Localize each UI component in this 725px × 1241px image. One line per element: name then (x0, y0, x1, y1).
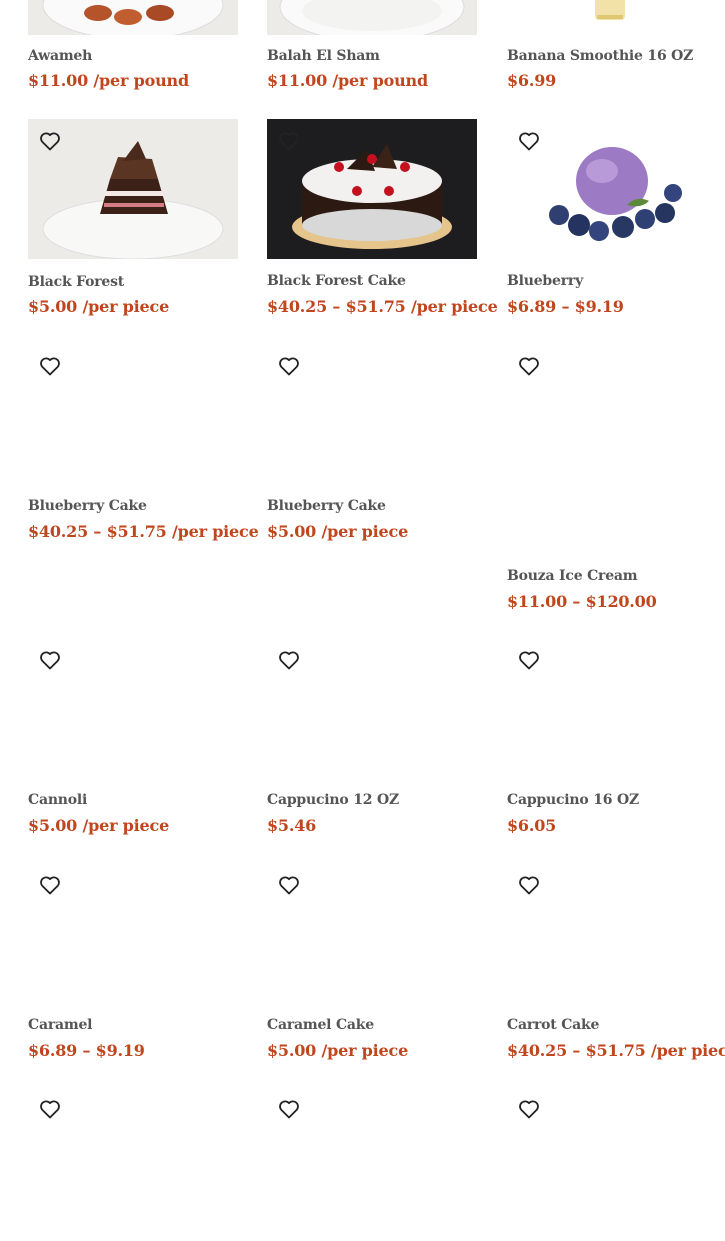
product-title[interactable]: Balah El Sham (267, 48, 380, 64)
wishlist-heart-icon[interactable] (38, 129, 62, 153)
product-title[interactable]: Blueberry (507, 273, 583, 289)
wishlist-heart-icon[interactable] (38, 648, 62, 672)
product-price: $5.46 (267, 816, 317, 835)
wishlist-heart-icon[interactable] (38, 1097, 62, 1121)
product-title[interactable]: Cappucino 16 OZ (507, 792, 639, 808)
wishlist-heart-icon[interactable] (277, 873, 301, 897)
wishlist-heart-icon[interactable] (517, 129, 541, 153)
product-title[interactable]: Blueberry Cake (267, 498, 386, 514)
product-title[interactable]: Cannoli (28, 792, 87, 808)
product-price: $11.00 – $120.00 (507, 592, 657, 611)
product-price: $40.25 – $51.75 /per piece (507, 1041, 725, 1060)
wishlist-heart-icon[interactable] (517, 1097, 541, 1121)
product-price: $5.00 /per piece (267, 522, 409, 541)
product-title[interactable]: Awameh (28, 48, 92, 64)
product-image-balah-el-sham[interactable] (267, 0, 477, 35)
product-price: $40.25 – $51.75 /per piece (267, 297, 498, 316)
product-price: $40.25 – $51.75 /per piece (28, 522, 259, 541)
wishlist-heart-icon[interactable] (38, 873, 62, 897)
product-price: $11.00 /per pound (267, 71, 428, 90)
product-title[interactable]: Black Forest Cake (267, 273, 406, 289)
product-price: $6.05 (507, 816, 557, 835)
product-image-awameh[interactable] (28, 0, 238, 35)
product-title[interactable]: Black Forest (28, 274, 124, 290)
product-title[interactable]: Bouza Ice Cream (507, 568, 638, 584)
product-price: $6.89 – $9.19 (28, 1041, 145, 1060)
wishlist-heart-icon[interactable] (517, 648, 541, 672)
wishlist-heart-icon[interactable] (38, 354, 62, 378)
product-price: $5.00 /per piece (28, 816, 170, 835)
product-title[interactable]: Carrot Cake (507, 1017, 599, 1033)
wishlist-heart-icon[interactable] (277, 354, 301, 378)
product-title[interactable]: Caramel Cake (267, 1017, 374, 1033)
product-price: $11.00 /per pound (28, 71, 189, 90)
product-title[interactable]: Banana Smoothie 16 OZ (507, 48, 693, 64)
wishlist-heart-icon[interactable] (517, 354, 541, 378)
wishlist-heart-icon[interactable] (517, 873, 541, 897)
product-price: $5.00 /per piece (28, 297, 170, 316)
product-title[interactable]: Cappucino 12 OZ (267, 792, 399, 808)
wishlist-heart-icon[interactable] (277, 129, 301, 153)
product-price: $5.00 /per piece (267, 1041, 409, 1060)
wishlist-heart-icon[interactable] (277, 648, 301, 672)
product-price: $6.99 (507, 71, 557, 90)
wishlist-heart-icon[interactable] (277, 1097, 301, 1121)
product-title[interactable]: Caramel (28, 1017, 93, 1033)
product-image-banana-smoothie[interactable] (507, 0, 717, 35)
product-title[interactable]: Blueberry Cake (28, 498, 147, 514)
product-price: $6.89 – $9.19 (507, 297, 624, 316)
